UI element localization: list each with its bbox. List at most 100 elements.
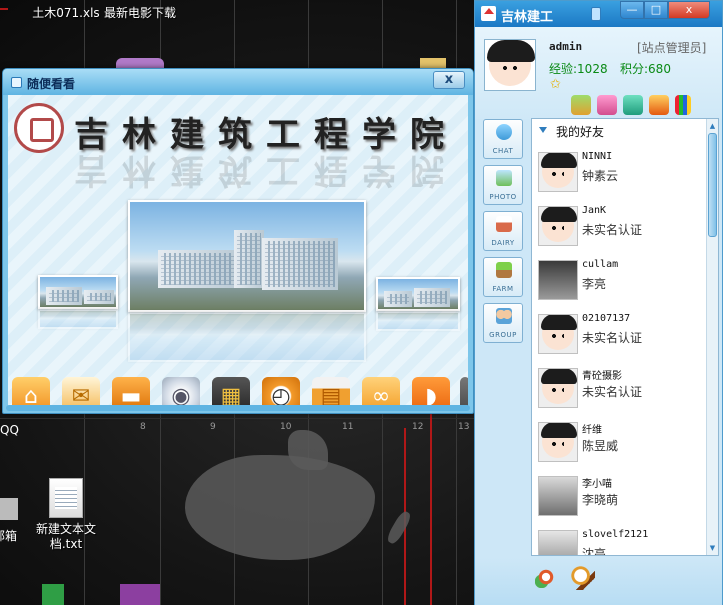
slideshow-dock: ⌂ ✉ ▬ ◉ ▦ ◴ ▤ ∞ ◗ [8, 377, 468, 407]
slideshow-titlebar[interactable]: 随便看看 x [3, 69, 473, 95]
desktop-icon-label: 土木071.xls [32, 6, 100, 20]
list-item[interactable]: JanK 未实名认证 [532, 199, 708, 253]
avatar [538, 530, 578, 555]
friend-nickname: cullam [582, 259, 619, 270]
desktop-icon-label-mailbox: 邮箱 [0, 529, 17, 543]
desktop-icon-label: 最新电影下载 [103, 6, 176, 20]
close-button[interactable]: x [433, 71, 465, 89]
tab-photo[interactable]: PHOTO [483, 165, 523, 205]
tab-diary[interactable]: DAIRY [483, 211, 523, 251]
slide-thumbnail-reflection [376, 311, 460, 331]
friend-nickname: JanK [582, 205, 607, 216]
slideshow-scrollbar[interactable] [6, 405, 470, 411]
list-item[interactable]: cullam 李亮 [532, 253, 708, 307]
social-panel: 吉林建工 — □ x admin [站点管理员] 经验:1028 积分:680 … [474, 0, 723, 605]
group-name: 我的好友 [556, 125, 605, 139]
home-icon[interactable] [571, 95, 591, 115]
photo-icon [496, 170, 512, 186]
slide-thumbnail-reflection [38, 309, 118, 329]
close-button[interactable]: x [668, 1, 710, 19]
slide-thumbnail-next[interactable] [376, 277, 460, 311]
minimize-button[interactable]: — [620, 1, 644, 19]
chat-icon [496, 124, 512, 140]
diary-icon [496, 216, 512, 232]
map-australia [185, 455, 375, 560]
friend-nickname: slovelf2121 [582, 529, 649, 540]
friend-nickname: 纤维 [582, 425, 602, 436]
map-tick-label: 9 [210, 422, 216, 432]
mailbox-icon[interactable] [0, 498, 18, 520]
friend-realname: 李晓萌 [582, 493, 619, 507]
list-item[interactable]: 02107137 未实名认证 [532, 307, 708, 361]
list-item[interactable]: slovelf2121 沈亮 [532, 523, 708, 556]
desktop-icon-txt[interactable]: 新建文本文档.txt [26, 478, 106, 552]
desktop-icon-movie[interactable]: 最新电影下载 [100, 6, 180, 21]
clapper-icon[interactable]: ▦ [212, 377, 250, 407]
friend-list: 我的好友 NINNI 钟素云 JanK 未实名认证 cullam 李亮 0210… [531, 118, 719, 556]
slide-thumbnail-prev[interactable] [38, 275, 118, 309]
friend-list-scrollbar[interactable]: ▲ ▼ [706, 119, 718, 555]
level-star-icon: ✩ [550, 77, 561, 92]
windows-icon[interactable] [675, 95, 691, 115]
map-timezone-line [0, 8, 8, 10]
chain-icon[interactable]: ∞ [362, 377, 400, 407]
username: admin [549, 40, 583, 53]
scroll-thumb[interactable] [708, 133, 717, 237]
skin-icon[interactable] [591, 7, 601, 21]
scroll-up-icon[interactable]: ▲ [708, 121, 717, 131]
desktop-icon-xls[interactable]: 土木071.xls [26, 6, 106, 21]
panel-titlebar[interactable]: 吉林建工 — □ x [475, 1, 722, 27]
calendar-icon[interactable]: ▤ [312, 377, 350, 407]
briefcase-icon[interactable]: ▬ [112, 377, 150, 407]
settings-icon[interactable] [535, 566, 557, 588]
avatar [538, 152, 578, 192]
tab-farm[interactable]: FARM [483, 257, 523, 297]
friend-realname: 未实名认证 [582, 331, 643, 345]
tab-label: PHOTO [489, 193, 517, 201]
tab-label: CHAT [492, 147, 514, 155]
panel-bottom-bar [475, 558, 722, 605]
map-timezone-line [430, 410, 432, 605]
avatar [538, 476, 578, 516]
friend-nickname: NINNI [582, 151, 613, 162]
slideshow-title: 随便看看 [27, 77, 76, 91]
mail-icon[interactable]: ✉ [62, 377, 100, 407]
clock-icon[interactable]: ◴ [262, 377, 300, 407]
tab-chat[interactable]: CHAT [483, 119, 523, 159]
avatar [538, 368, 578, 408]
search-icon[interactable] [571, 566, 595, 590]
group-header[interactable]: 我的好友 [532, 119, 708, 141]
winrar-icon[interactable] [120, 584, 160, 605]
avatar[interactable] [484, 39, 536, 91]
list-item[interactable]: 李小喵 李晓萌 [532, 469, 708, 523]
rss-icon[interactable]: ◗ [412, 377, 450, 407]
avatar [538, 206, 578, 246]
slideshow-window: 随便看看 x 吉林建筑工程学院 吉林建筑工程学院 ⌂ ✉ ▬ ◉ ▦ ◴ ▤ ∞… [2, 68, 474, 414]
tab-group[interactable]: GROUP [483, 303, 523, 343]
window-icon [11, 77, 22, 88]
list-item[interactable]: NINNI 钟素云 [532, 145, 708, 199]
friend-realname: 沈亮 [582, 547, 607, 556]
tab-label: FARM [492, 285, 514, 293]
scroll-down-icon[interactable]: ▼ [708, 543, 717, 553]
gift-icon[interactable] [597, 95, 617, 115]
excel-icon[interactable] [42, 584, 64, 605]
more-icon[interactable] [460, 377, 468, 407]
slide-main-image[interactable] [128, 200, 366, 312]
farm-icon [496, 262, 512, 278]
friend-nickname: 李小喵 [582, 479, 612, 490]
monitor-icon[interactable] [649, 95, 669, 115]
list-item[interactable]: 纤维 陈昱威 [532, 415, 708, 469]
disc-icon[interactable]: ◉ [162, 377, 200, 407]
map-new-zealand [385, 509, 413, 546]
text-file-icon [49, 478, 83, 518]
list-item[interactable]: 青砼摄影 未实名认证 [532, 361, 708, 415]
maximize-button[interactable]: □ [644, 1, 668, 19]
home-icon[interactable]: ⌂ [12, 377, 50, 407]
school-logo [14, 103, 64, 153]
map-tick-label: 13 [458, 422, 470, 432]
game-icon[interactable] [623, 95, 643, 115]
home-icon [481, 6, 496, 21]
panel-title: 吉林建工 [501, 10, 554, 25]
chevron-down-icon [539, 127, 547, 133]
